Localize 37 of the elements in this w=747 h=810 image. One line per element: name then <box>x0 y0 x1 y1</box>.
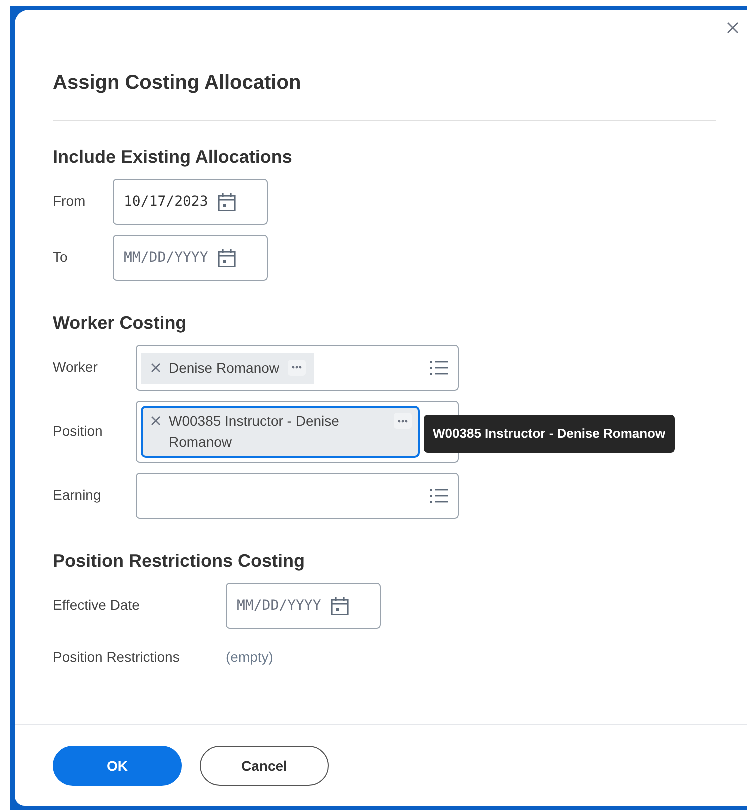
field-label: To <box>53 249 68 265</box>
field-label: Worker <box>53 359 98 375</box>
more-icon[interactable] <box>288 360 306 376</box>
list-icon <box>430 359 448 377</box>
ellipsis-icon <box>292 366 302 369</box>
close-icon <box>727 22 739 34</box>
ok-button[interactable]: OK <box>53 746 182 786</box>
section-heading: Position Restrictions Costing <box>53 550 306 573</box>
date-input[interactable]: MM/DD/YYYY <box>113 235 268 281</box>
close-button[interactable] <box>725 20 741 36</box>
field-label: From <box>53 193 86 209</box>
remove-icon <box>151 362 161 372</box>
list-icon <box>430 487 448 505</box>
ellipsis-icon <box>398 420 408 422</box>
field-label: Earning <box>53 487 102 503</box>
cancel-button[interactable]: Cancel <box>200 746 329 786</box>
field-value: (empty) <box>226 648 274 667</box>
remove-icon <box>151 416 161 426</box>
section-heading: Worker Costing <box>53 312 188 335</box>
chip-text: W00385 Instructor - Denise Romanow <box>169 412 340 452</box>
more-icon[interactable] <box>394 413 412 429</box>
tooltip: W00385 Instructor - Denise Romanow <box>424 415 675 452</box>
dialog-title: Assign Costing Allocation <box>53 71 302 96</box>
chip-text: Denise Romanow <box>169 358 280 378</box>
section-heading: Include Existing Allocations <box>53 146 294 169</box>
selected-chip[interactable]: W00385 Instructor - Denise Romanow <box>141 406 420 458</box>
date-input[interactable]: MM/DD/YYYY <box>226 583 381 629</box>
date-input[interactable]: 10/17/2023 <box>113 179 268 225</box>
prompt-input[interactable] <box>136 473 459 519</box>
selected-chip[interactable]: Denise Romanow <box>141 352 314 384</box>
field-label: Effective Date <box>53 597 140 613</box>
calendar-icon <box>218 249 236 267</box>
field-label: Position Restrictions <box>53 648 180 664</box>
field-label: Position <box>53 423 103 439</box>
calendar-icon <box>218 193 236 211</box>
calendar-icon <box>331 597 350 615</box>
prompt-input[interactable]: Denise Romanow <box>136 345 459 391</box>
